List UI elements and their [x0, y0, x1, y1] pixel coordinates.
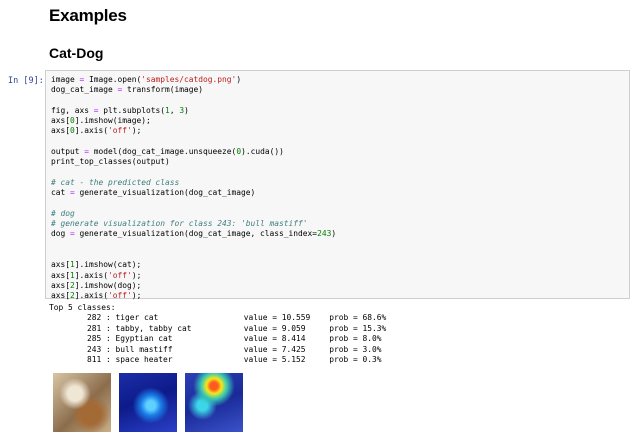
- code-line: axs[0].imshow(image);: [51, 116, 151, 126]
- code-line: axs[1].imshow(cat);: [51, 260, 142, 270]
- code-line: fig, axs = plt.subplots(1, 3): [51, 105, 189, 115]
- output-header: Top 5 classes:: [49, 303, 116, 312]
- code-line: cat = generate_visualization(dog_cat_ima…: [51, 188, 256, 198]
- code-line: image = Image.open('samples/catdog.png'): [51, 75, 242, 84]
- code-line: # generate visualization for class 243: …: [51, 219, 308, 229]
- code-line: print_top_classes(output): [51, 157, 170, 167]
- output-row: 285 : Egyptian cat value = 8.414 prob = …: [49, 334, 382, 344]
- output-row: 282 : tiger cat value = 10.559 prob = 68…: [49, 313, 387, 323]
- dog-heatmap: [185, 373, 243, 432]
- code-line: dog = generate_visualization(dog_cat_ima…: [51, 229, 337, 239]
- code-line: axs[2].imshow(dog);: [51, 280, 142, 290]
- code-line: # dog: [51, 208, 75, 218]
- original-image: [53, 373, 111, 432]
- code-line: # cat - the predicted class: [51, 177, 180, 187]
- code-cell[interactable]: image = Image.open('samples/catdog.png')…: [45, 70, 630, 302]
- output-row: 281 : tabby, tabby cat value = 9.059 pro…: [49, 323, 387, 333]
- code-line: axs[2].axis('off');: [51, 291, 142, 301]
- examples-heading: Examples: [49, 6, 127, 25]
- cell-output: Top 5 classes: 282 : tiger cat value = 1…: [49, 303, 386, 365]
- cat-heatmap: [119, 373, 177, 432]
- cell-prompt: In [9]:: [8, 76, 44, 86]
- code-editor[interactable]: image = Image.open('samples/catdog.png')…: [51, 75, 336, 302]
- code-line: axs[1].axis('off');: [51, 270, 142, 280]
- output-row: 811 : space heater value = 5.152 prob = …: [49, 355, 382, 365]
- code-line: axs[0].axis('off');: [51, 126, 142, 136]
- output-figure: [53, 373, 243, 432]
- code-line: output = model(dog_cat_image.unsqueeze(0…: [51, 147, 284, 157]
- section-heading: Cat-Dog: [49, 45, 104, 61]
- output-row: 243 : bull mastiff value = 7.425 prob = …: [49, 344, 382, 354]
- code-line: dog_cat_image = transform(image): [51, 85, 204, 95]
